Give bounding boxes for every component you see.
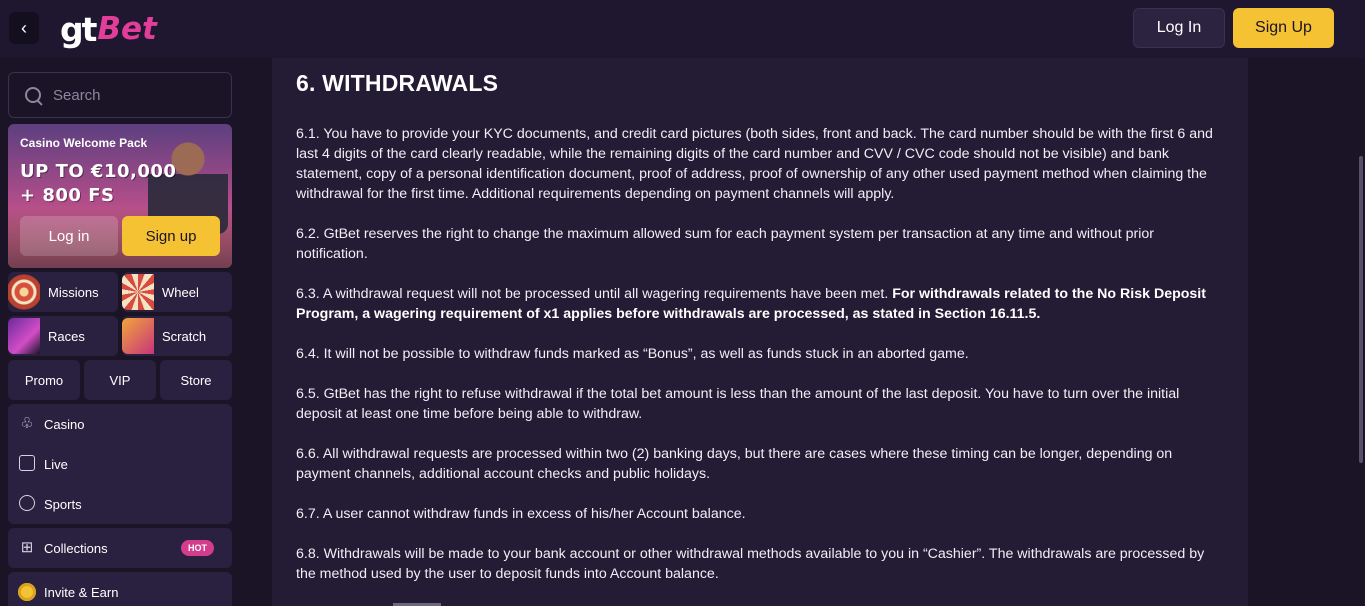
promo-amount-line1: UP TO €10,000	[20, 161, 177, 182]
welcome-pack-banner[interactable]: Casino Welcome Pack UP TO €10,000 + 800 …	[8, 124, 232, 268]
menu-item-casino[interactable]: ♧ Casino	[18, 410, 222, 438]
hot-badge: HOT	[181, 540, 214, 556]
tile-wheel-label: Wheel	[162, 284, 199, 300]
chevron-left-icon: ‹	[21, 17, 27, 38]
logo-bet-text: Bet	[97, 11, 157, 47]
promo-title: Casino Welcome Pack	[20, 136, 148, 150]
main-nav-menu: ♧ Casino Live Sports	[8, 404, 232, 524]
tile-races[interactable]: Races	[8, 316, 118, 356]
gtbet-logo[interactable]: gt Bet	[60, 8, 157, 50]
missions-icon	[8, 274, 40, 310]
paragraph-6-6: 6.6. All withdrawal requests are process…	[296, 446, 1173, 482]
menu-sports-label: Sports	[44, 496, 82, 512]
menu-invite-label: Invite & Earn	[44, 584, 119, 600]
grid-icon: ⊞	[20, 539, 34, 556]
paragraph-6-2: 6.2. GtBet reserves the right to change …	[296, 226, 1154, 262]
search-box[interactable]	[8, 72, 232, 118]
section-body: 6.1. You have to provide your KYC docume…	[296, 124, 1226, 604]
scratch-icon	[122, 318, 154, 354]
tile-missions-label: Missions	[48, 284, 99, 300]
paragraph-6-3: 6.3. A withdrawal request will not be pr…	[296, 284, 1226, 324]
promo-amount-line2: + 800 FS	[20, 185, 115, 206]
dice-icon	[18, 455, 36, 473]
pill-promo[interactable]: Promo	[8, 360, 80, 400]
section-heading: 6. WITHDRAWALS	[296, 70, 499, 96]
search-icon	[23, 85, 43, 105]
search-input[interactable]	[53, 86, 213, 104]
terms-content-panel: 6. WITHDRAWALS 6.1. You have to provide …	[272, 58, 1248, 606]
paragraph-6-3-text: 6.3. A withdrawal request will not be pr…	[296, 286, 893, 302]
paragraph-6-4: 6.4. It will not be possible to withdraw…	[296, 346, 969, 362]
promo-login-button[interactable]: Log in	[20, 216, 118, 256]
vertical-scrollbar-thumb[interactable]	[1359, 156, 1363, 463]
pill-vip[interactable]: VIP	[84, 360, 156, 400]
promo-amount: UP TO €10,000 + 800 FS	[20, 160, 176, 208]
menu-live-label: Live	[44, 456, 68, 472]
coins-icon	[18, 583, 36, 601]
tile-scratch[interactable]: Scratch	[122, 316, 232, 356]
tile-wheel[interactable]: Wheel	[122, 272, 232, 312]
paragraph-6-5: 6.5. GtBet has the right to refuse withd…	[296, 386, 1180, 422]
invite-menu: Invite & Earn	[8, 572, 232, 606]
menu-casino-label: Casino	[44, 416, 85, 432]
paragraph-6-1: 6.1. You have to provide your KYC docume…	[296, 126, 1213, 202]
menu-item-invite[interactable]: Invite & Earn	[18, 578, 222, 606]
top-header: ‹ gt Bet Log In Sign Up	[0, 0, 1365, 58]
header-login-button[interactable]: Log In	[1133, 8, 1225, 48]
menu-collections-label: Collections	[44, 540, 108, 556]
paragraph-6-7: 6.7. A user cannot withdraw funds in exc…	[296, 506, 746, 522]
tile-missions[interactable]: Missions	[8, 272, 118, 312]
tile-races-label: Races	[48, 328, 85, 344]
wheel-icon	[122, 274, 154, 310]
collections-menu: ⊞ Collections HOT	[8, 528, 232, 568]
tile-scratch-label: Scratch	[162, 328, 207, 344]
soccer-ball-icon	[18, 495, 36, 513]
menu-item-live[interactable]: Live	[18, 450, 222, 478]
menu-item-collections[interactable]: ⊞ Collections HOT	[18, 534, 222, 562]
header-signup-button[interactable]: Sign Up	[1233, 8, 1334, 48]
paragraph-6-8: 6.8. Withdrawals will be made to your ba…	[296, 546, 1205, 582]
pill-store[interactable]: Store	[160, 360, 232, 400]
back-button[interactable]: ‹	[9, 12, 39, 44]
promo-signup-button[interactable]: Sign up	[122, 216, 220, 256]
menu-item-sports[interactable]: Sports	[18, 490, 222, 518]
logo-gt-text: gt	[60, 9, 97, 49]
races-icon	[8, 318, 40, 354]
cherries-icon: ♧	[20, 415, 34, 432]
